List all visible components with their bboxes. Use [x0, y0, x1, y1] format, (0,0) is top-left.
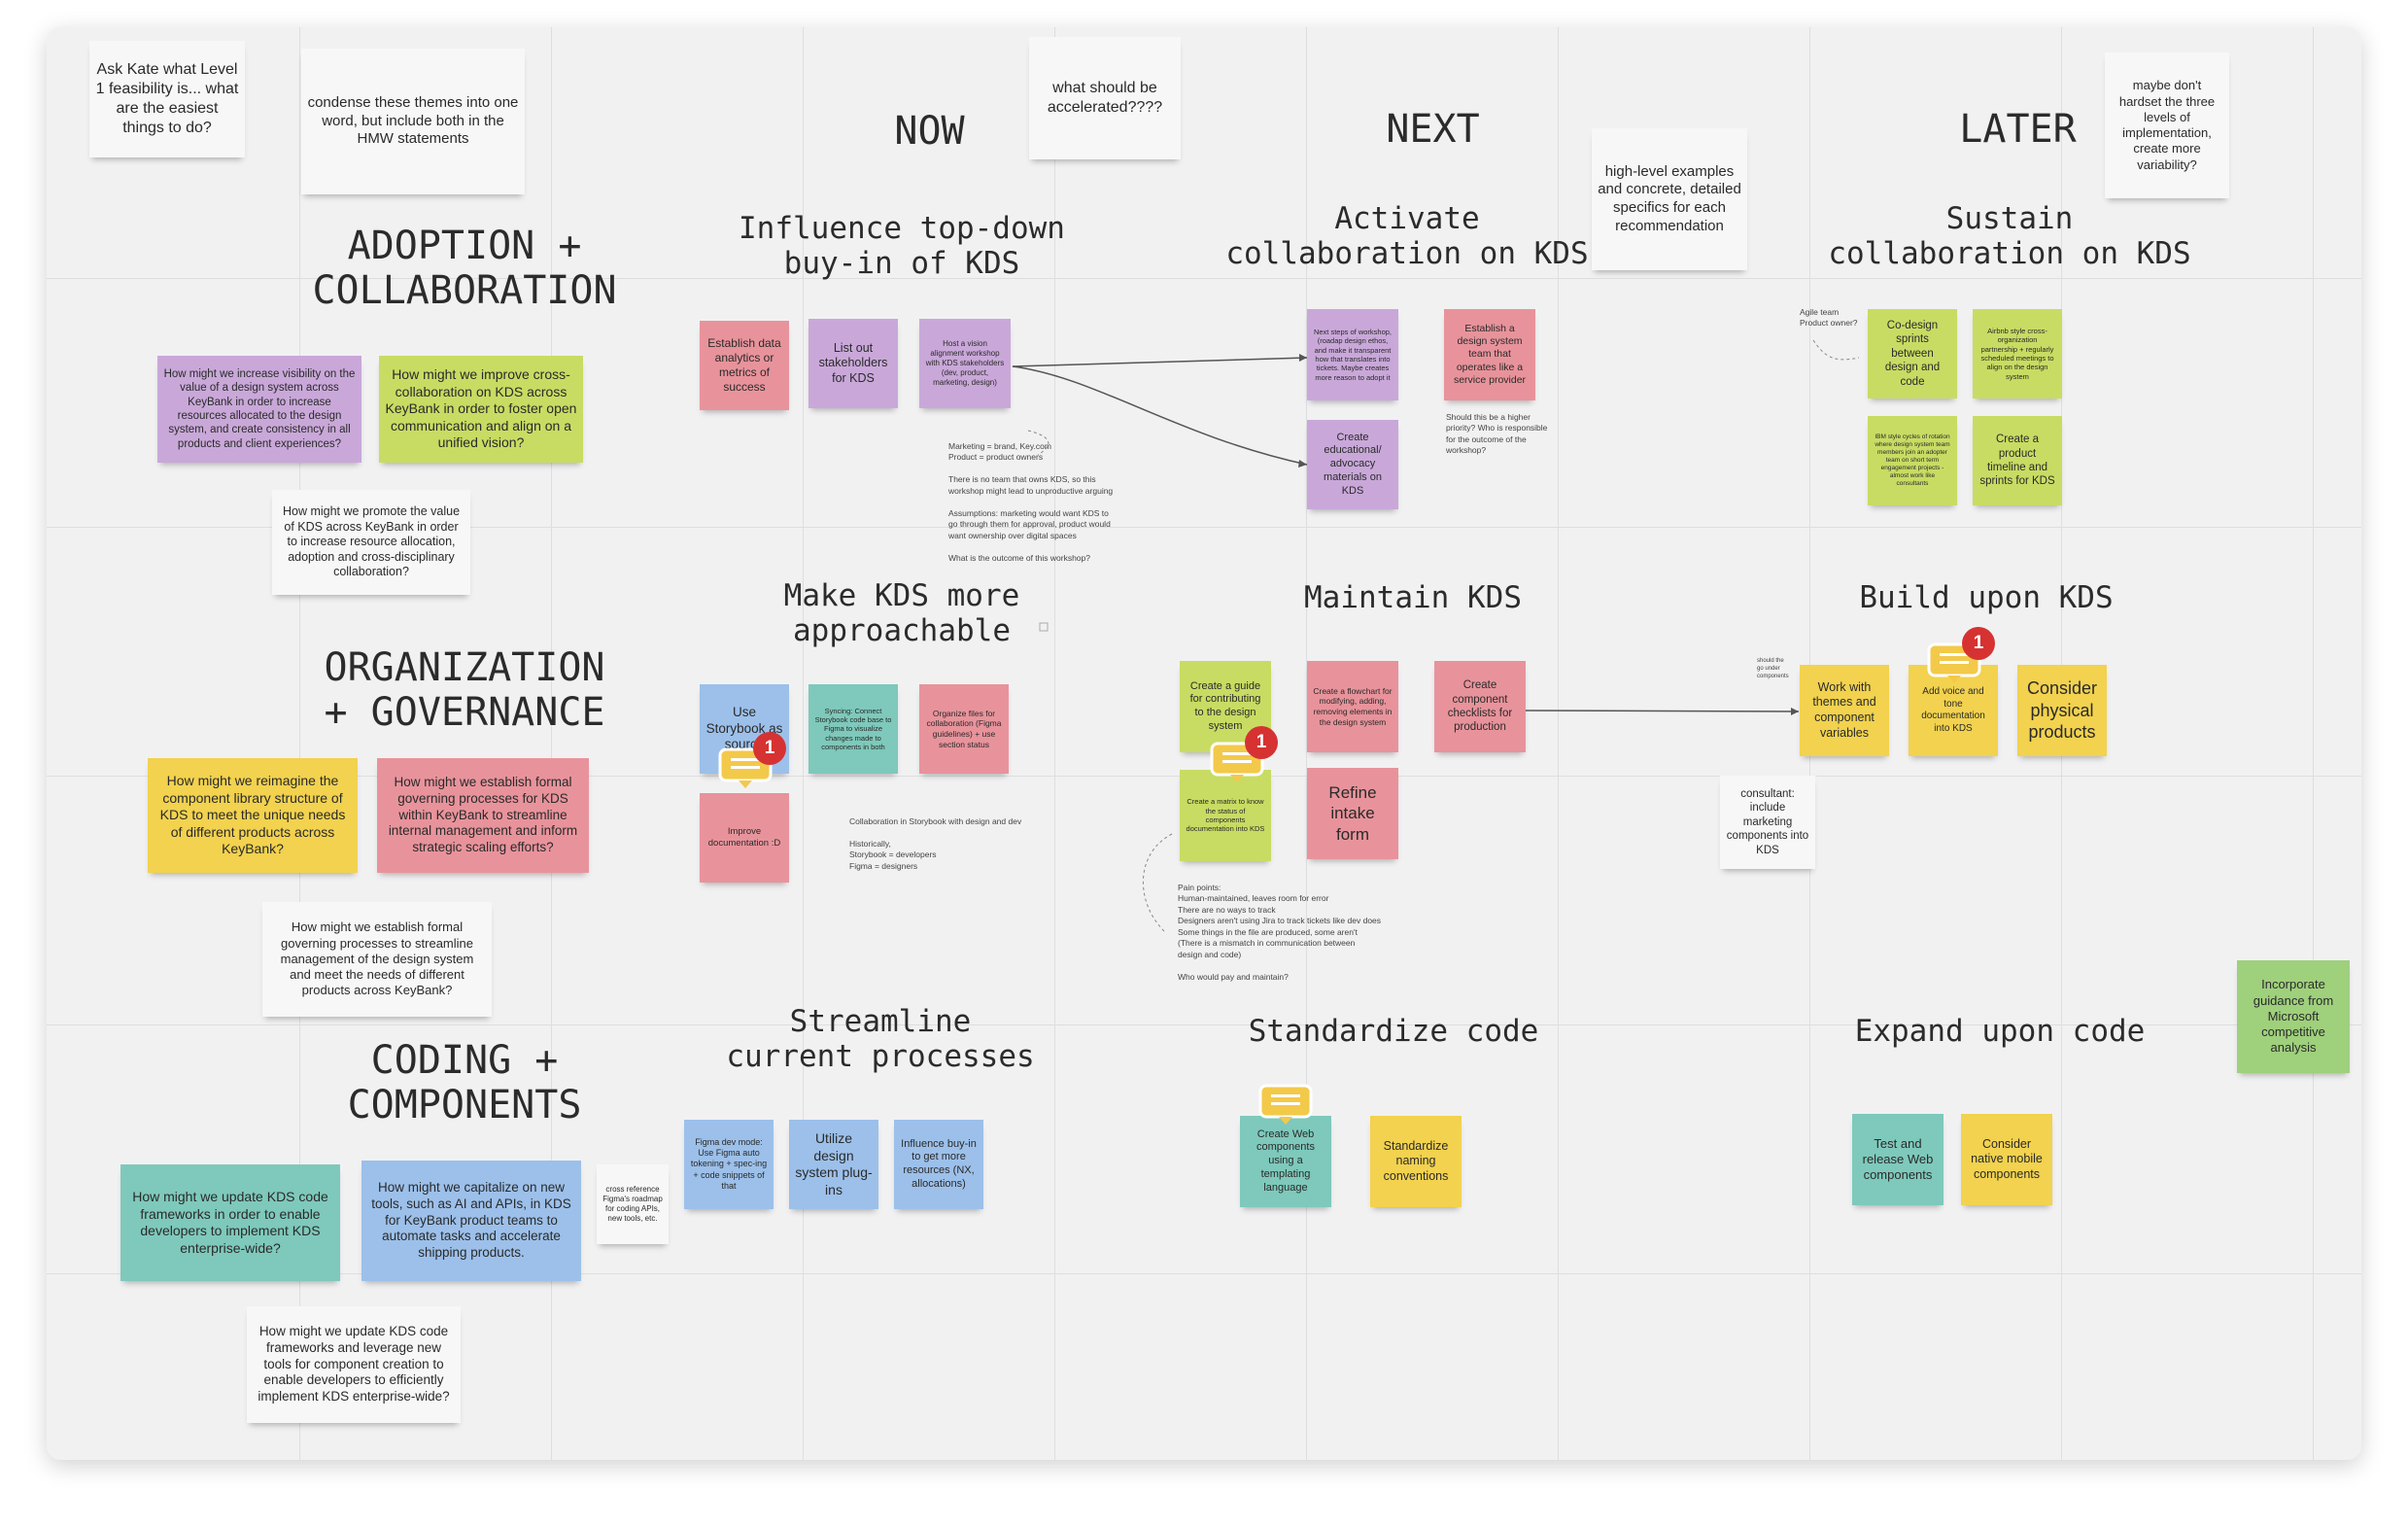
comment-accelerated[interactable]: what should be accelerated???? [1029, 37, 1181, 159]
sticky-native-mobile[interactable]: Consider native mobile components [1961, 1114, 2052, 1205]
sticky-improve-documentation[interactable]: Improve documentation :D [700, 793, 789, 883]
phase-header-now: NOW [894, 109, 965, 154]
subheader-maintain: Maintain KDS [1304, 580, 1522, 615]
hmw-formal-governance[interactable]: How might we establish formal governing … [377, 758, 589, 873]
comment-high-level[interactable]: high-level examples and concrete, detail… [1592, 128, 1747, 270]
sticky-analytics[interactable]: Establish data analytics or metrics of s… [700, 321, 789, 410]
phase-header-next: NEXT [1386, 107, 1480, 152]
note-should-be: should the go under components [1757, 658, 1789, 680]
comment-ask-kate[interactable]: Ask Kate what Level 1 feasibility is... … [89, 41, 245, 157]
sticky-web-components[interactable]: Create Web components using a templating… [1240, 1116, 1331, 1207]
sticky-component-checklists[interactable]: Create component checklists for producti… [1434, 661, 1526, 752]
hmw-promote[interactable]: How might we promote the value of KDS ac… [272, 490, 470, 595]
subheader-expand: Expand upon code [1854, 1014, 2146, 1049]
hmw-capitalize[interactable]: How might we capitalize on new tools, su… [361, 1161, 581, 1281]
theme-header-organization: ORGANIZATION + GOVERNANCE [324, 645, 605, 735]
subheader-streamline: Streamline current processes [726, 1004, 1035, 1074]
sticky-codesign-sprints[interactable]: Co-design sprints between design and cod… [1868, 309, 1957, 399]
subheader-build: Build upon KDS [1859, 580, 2114, 615]
theme-header-coding: CODING + COMPONENTS [347, 1038, 582, 1127]
hmw-reimagine[interactable]: How might we reimagine the component lib… [148, 758, 358, 873]
sticky-organize-files[interactable]: Organize files for collaboration (Figma … [919, 684, 1009, 774]
note-collaboration-storybook: Collaboration in Storybook with design a… [849, 816, 1022, 871]
subheader-activate: Activate collaboration on KDS [1225, 201, 1589, 271]
hmw-update-code[interactable]: How might we update KDS code frameworks … [120, 1164, 340, 1281]
note-agile-team: Agile team Product owner? [1800, 307, 1858, 329]
sticky-figma-dev-mode[interactable]: Figma dev mode: Use Figma auto tokening … [684, 1120, 774, 1209]
sticky-test-release[interactable]: Test and release Web components [1852, 1114, 1944, 1205]
sticky-influence-buyin[interactable]: Influence buy-in to get more resources (… [894, 1120, 983, 1209]
sticky-airbnb-partnership[interactable]: Airbnb style cross-organization partners… [1973, 309, 2062, 399]
sticky-cross-reference[interactable]: cross reference Figma's roadmap for codi… [597, 1164, 669, 1244]
sticky-status-matrix[interactable]: Create a matrix to know the status of co… [1180, 770, 1271, 861]
sticky-educational-materials[interactable]: Create educational/ advocacy materials o… [1307, 420, 1398, 509]
theme-header-adoption: ADOPTION + COLLABORATION [312, 224, 617, 313]
note-marketing: Marketing = brand, Key.com Product = pro… [948, 441, 1114, 563]
note-priority: Should this be a higher priority? Who is… [1446, 412, 1548, 456]
sticky-consultant[interactable]: consultant: include marketing components… [1720, 776, 1815, 869]
sticky-themes-variables[interactable]: Work with themes and component variables [1800, 665, 1889, 756]
sticky-naming-conventions[interactable]: Standardize naming conventions [1370, 1116, 1462, 1207]
hmw-formal-governance-2[interactable]: How might we establish formal governing … [262, 902, 492, 1017]
subheader-standardize: Standardize code [1248, 1014, 1539, 1049]
subheader-approachable: Make KDS more approachable [783, 578, 1020, 648]
notification-badge: 1 [1962, 627, 1995, 660]
comment-icon[interactable] [1257, 1083, 1314, 1126]
subheader-influence: Influence top-down buy-in of KDS [739, 211, 1065, 281]
whiteboard-canvas[interactable]: NOW NEXT LATER ADOPTION + COLLABORATION … [47, 27, 2361, 1460]
sticky-design-system-team[interactable]: Establish a design system team that oper… [1444, 309, 1535, 400]
sticky-flowchart[interactable]: Create a flowchart for modifying, adding… [1307, 661, 1398, 752]
sticky-product-timeline[interactable]: Create a product timeline and sprints fo… [1973, 416, 2062, 505]
comment-dont-hardset[interactable]: maybe don't hardset the three levels of … [2105, 52, 2229, 198]
note-pain-points: Pain points: Human-maintained, leaves ro… [1178, 883, 1382, 982]
sticky-vision-workshop[interactable]: Host a vision alignment workshop with KD… [919, 319, 1011, 408]
notification-badge: 1 [753, 732, 786, 765]
sticky-design-plugins[interactable]: Utilize design system plug-ins [789, 1120, 878, 1209]
notification-badge: 1 [1245, 726, 1278, 759]
hmw-visibility[interactable]: How might we increase visibility on the … [157, 356, 361, 463]
subheader-sustain: Sustain collaboration on KDS [1828, 201, 2191, 271]
hmw-update-code-2[interactable]: How might we update KDS code frameworks … [247, 1306, 461, 1423]
comment-condense[interactable]: condense these themes into one word, but… [301, 49, 525, 194]
sticky-next-steps[interactable]: Next steps of workshop, (roadap design e… [1307, 309, 1398, 400]
sticky-syncing[interactable]: Syncing: Connect Storybook code base to … [808, 684, 898, 774]
sticky-ibm-rotation[interactable]: IBM style cycles of rotation where desig… [1868, 416, 1957, 505]
sticky-refine-intake[interactable]: Refine intake form [1307, 768, 1398, 859]
sticky-microsoft-guidance[interactable]: Incorporate guidance from Microsoft comp… [2237, 960, 2350, 1073]
sticky-physical-products[interactable]: Consider physical products [2017, 665, 2107, 756]
sticky-list-stakeholders[interactable]: List out stakeholders for KDS [808, 319, 898, 408]
hmw-cross-collaboration[interactable]: How might we improve cross-collaboration… [379, 356, 583, 463]
